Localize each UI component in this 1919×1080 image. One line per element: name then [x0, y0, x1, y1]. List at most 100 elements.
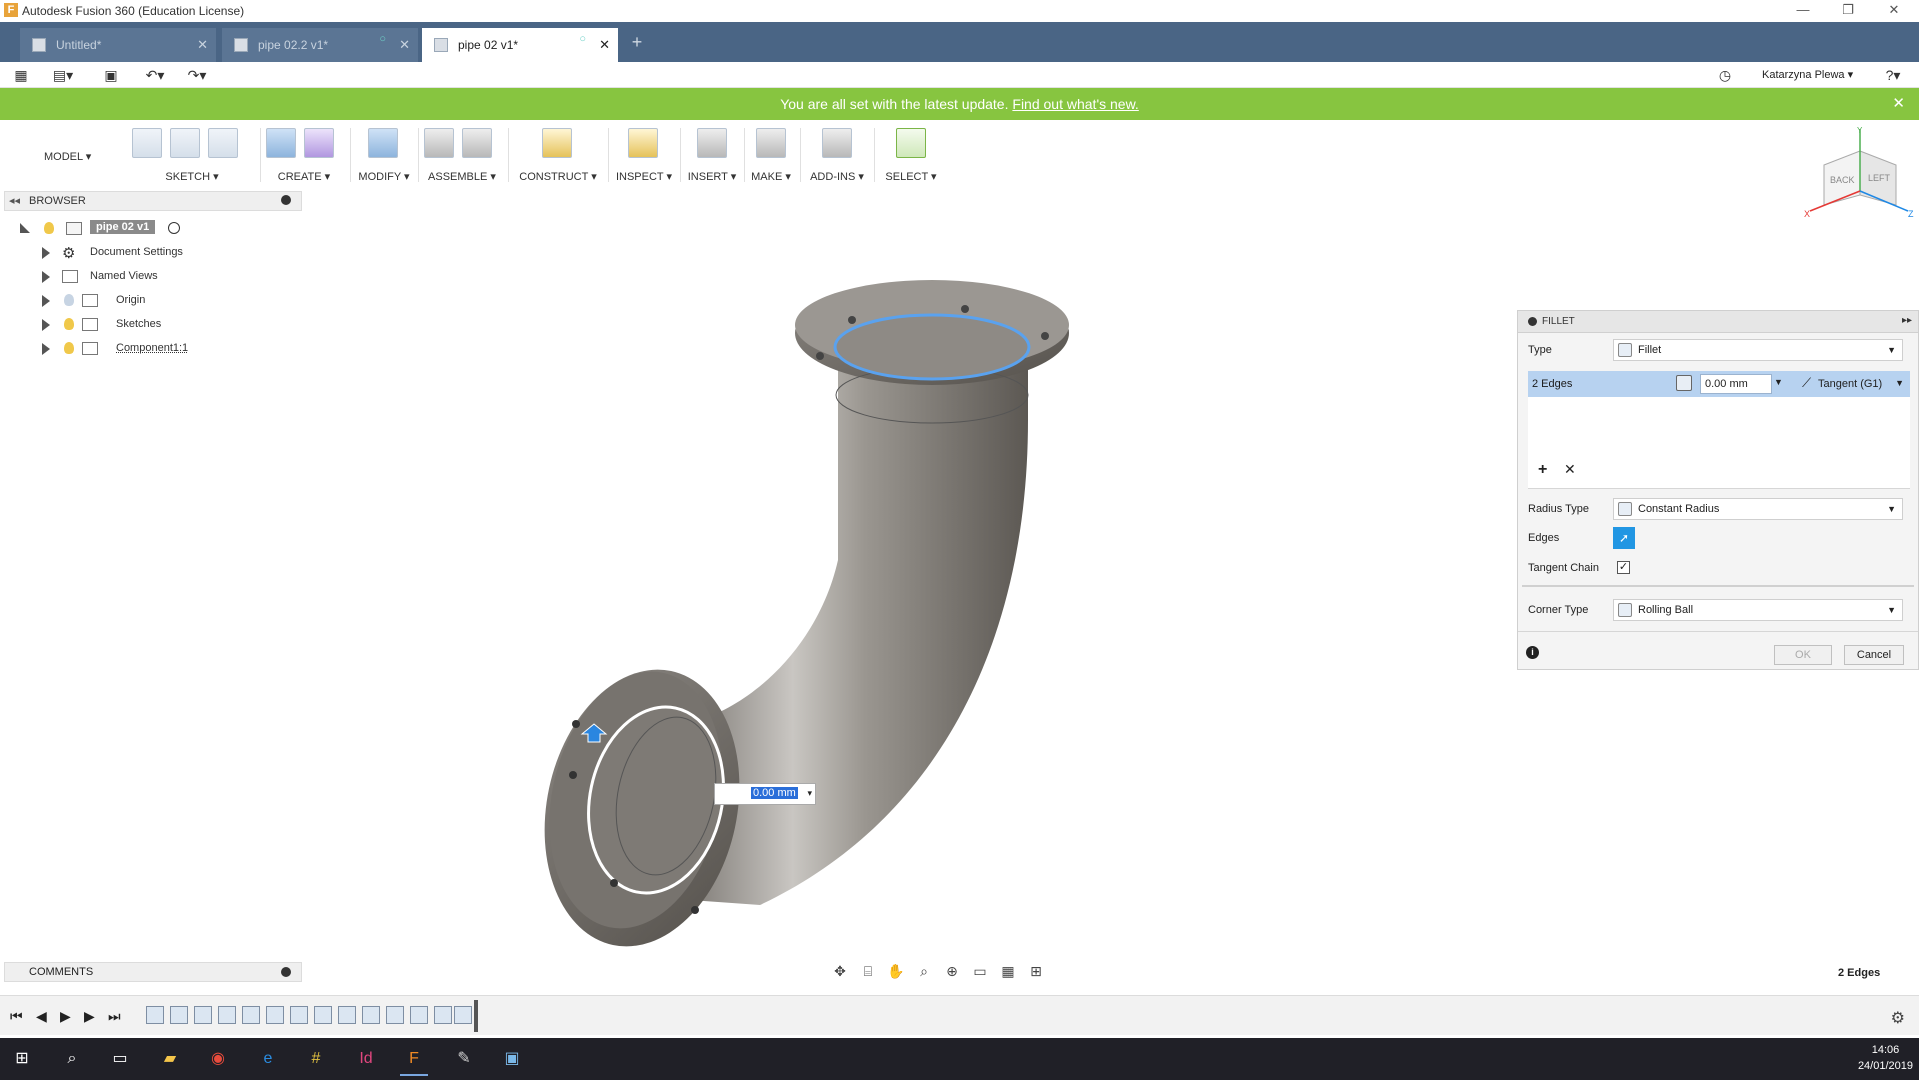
cancel-button[interactable]: Cancel	[1844, 645, 1904, 665]
modify-group[interactable]: MODIFY ▾	[356, 128, 412, 188]
add-comment-icon[interactable]	[281, 967, 291, 977]
timeline-feature-icon[interactable]	[338, 1006, 356, 1024]
create-menu[interactable]: CREATE ▾	[266, 170, 342, 183]
browser-item-sketches[interactable]: Sketches	[20, 314, 300, 336]
edges-selection-row[interactable]: 2 Edges 0.00 mm ▼ ⟋ Tangent (G1) ▼	[1528, 371, 1910, 397]
timeline-feature-icon[interactable]	[146, 1006, 164, 1024]
offset-plane-icon[interactable]	[542, 128, 572, 158]
inline-dropdown-caret-icon[interactable]: ▾	[807, 788, 812, 799]
select-icon[interactable]	[896, 128, 926, 158]
press-pull-icon[interactable]	[368, 128, 398, 158]
construct-menu[interactable]: CONSTRUCT ▾	[514, 170, 602, 183]
go-to-start-icon[interactable]: ⏮	[10, 1008, 23, 1025]
make-menu[interactable]: MAKE ▾	[748, 170, 794, 183]
app-taskbar-icon[interactable]: ✎	[444, 1042, 484, 1076]
expand-triangle-icon[interactable]	[42, 271, 50, 283]
close-tab-icon[interactable]: ✕	[399, 28, 410, 62]
pin-panel-icon[interactable]	[281, 195, 291, 205]
expand-triangle-icon[interactable]	[42, 295, 50, 307]
timeline-feature-icon[interactable]	[386, 1006, 404, 1024]
tangent-chain-checkbox[interactable]: ✓	[1617, 561, 1630, 574]
insert-menu[interactable]: INSERT ▾	[686, 170, 738, 183]
expand-triangle-icon[interactable]	[42, 247, 50, 259]
play-icon[interactable]: ▶	[60, 1008, 71, 1025]
workspace-switcher[interactable]: MODEL ▾	[44, 150, 91, 163]
timeline-feature-icon[interactable]	[170, 1006, 188, 1024]
expand-triangle-icon[interactable]	[42, 319, 50, 331]
tab-pipe-02[interactable]: pipe 02 v1* ○ ✕	[422, 28, 618, 62]
help-icon[interactable]: ?▾	[1880, 65, 1906, 85]
continuity-caret-icon[interactable]: ▼	[1895, 378, 1904, 388]
image-viewer-icon[interactable]: ▣	[492, 1042, 532, 1076]
dialog-collapse-icon[interactable]	[1528, 317, 1537, 326]
restore-button[interactable]: ❐	[1833, 2, 1863, 20]
timeline-feature-icon[interactable]	[314, 1006, 332, 1024]
inspect-group[interactable]: INSPECT ▾	[614, 128, 674, 188]
file-menu-icon[interactable]: ▤▾	[50, 65, 76, 85]
browser-item-origin[interactable]: Origin	[20, 290, 300, 312]
edges-select-button[interactable]: ➚	[1613, 527, 1635, 549]
close-window-button[interactable]: ✕	[1879, 2, 1909, 20]
form-icon[interactable]	[304, 128, 334, 158]
undo-icon[interactable]: ↶▾	[142, 65, 168, 85]
radius-type-select[interactable]: Constant Radius ▼	[1613, 498, 1903, 520]
continuity-select[interactable]: Tangent (G1)	[1818, 378, 1882, 390]
chrome-icon[interactable]: ◉	[198, 1042, 238, 1076]
collapse-panel-icon[interactable]: ◂◂	[9, 194, 20, 207]
modify-menu[interactable]: MODIFY ▾	[356, 170, 412, 183]
spline-icon[interactable]	[170, 128, 200, 158]
selected-top-edge[interactable]	[833, 313, 1031, 381]
visibility-bulb-icon[interactable]	[44, 222, 54, 234]
measure-icon[interactable]	[628, 128, 658, 158]
create-group[interactable]: CREATE ▾	[266, 128, 342, 188]
browser-panel-header[interactable]: ◂◂ BROWSER	[4, 191, 302, 211]
system-clock[interactable]: 14:06 24/01/2019	[1858, 1042, 1913, 1074]
timeline-feature-icon[interactable]	[362, 1006, 380, 1024]
timeline-feature-icon[interactable]	[290, 1006, 308, 1024]
file-explorer-icon[interactable]: ▰	[150, 1042, 190, 1076]
browser-item-document-settings[interactable]: ⚙ Document Settings	[20, 242, 300, 264]
tab-pipe-02-2[interactable]: pipe 02.2 v1* ○ ✕	[222, 28, 418, 62]
rectangle-icon[interactable]	[208, 128, 238, 158]
timeline-feature-icon[interactable]	[242, 1006, 260, 1024]
joint-icon[interactable]	[462, 128, 492, 158]
windows-start-icon[interactable]: ⊞	[2, 1042, 42, 1076]
fusion-360-taskbar-icon[interactable]: F	[394, 1042, 434, 1076]
whats-new-link[interactable]: Find out what's new.	[1012, 96, 1138, 112]
display-settings-icon[interactable]: ▭	[970, 962, 990, 980]
comments-panel-header[interactable]: COMMENTS	[4, 962, 302, 982]
slack-icon[interactable]: #	[296, 1042, 336, 1076]
minimize-button[interactable]: —	[1788, 2, 1818, 20]
insert-group[interactable]: INSERT ▾	[686, 128, 738, 188]
indesign-icon[interactable]: Id	[346, 1042, 386, 1076]
orbit-icon[interactable]: ✥	[830, 962, 850, 980]
save-icon[interactable]: ▣	[98, 65, 124, 85]
corner-type-select[interactable]: Rolling Ball ▼	[1613, 599, 1903, 621]
browser-root-node[interactable]: pipe 02 v1	[20, 218, 300, 240]
sketch-group[interactable]: SKETCH ▾	[132, 128, 252, 188]
timeline-feature-icon[interactable]	[410, 1006, 428, 1024]
search-icon[interactable]: ⌕	[52, 1042, 92, 1076]
new-tab-button[interactable]: +	[626, 32, 648, 58]
select-menu[interactable]: SELECT ▾	[880, 170, 942, 183]
expand-dialog-icon[interactable]: ▸▸	[1902, 315, 1912, 326]
collapse-triangle-icon[interactable]	[20, 223, 30, 233]
tab-untitled[interactable]: Untitled* ✕	[20, 28, 216, 62]
remove-selection-icon[interactable]: ✕	[1564, 461, 1576, 478]
extrude-icon[interactable]	[266, 128, 296, 158]
close-banner-icon[interactable]: ✕	[1892, 88, 1905, 120]
3d-print-icon[interactable]	[756, 128, 786, 158]
look-at-icon[interactable]: ⌸	[858, 962, 878, 980]
visibility-bulb-icon[interactable]	[64, 318, 74, 330]
inline-radius-input[interactable]: 0.00 mm ▾	[714, 783, 816, 805]
edges-selection-list[interactable]: + ✕	[1528, 397, 1910, 489]
timeline-feature-icon[interactable]	[266, 1006, 284, 1024]
inline-radius-value[interactable]: 0.00 mm	[751, 787, 798, 799]
timeline-feature-icon[interactable]	[454, 1006, 472, 1024]
job-status-clock-icon[interactable]: ◷	[1712, 65, 1738, 85]
add-selection-icon[interactable]: +	[1538, 461, 1547, 479]
assemble-menu[interactable]: ASSEMBLE ▾	[424, 170, 500, 183]
activate-radio-icon[interactable]	[168, 222, 180, 234]
create-sketch-icon[interactable]	[132, 128, 162, 158]
task-view-icon[interactable]: ▭	[100, 1042, 140, 1076]
